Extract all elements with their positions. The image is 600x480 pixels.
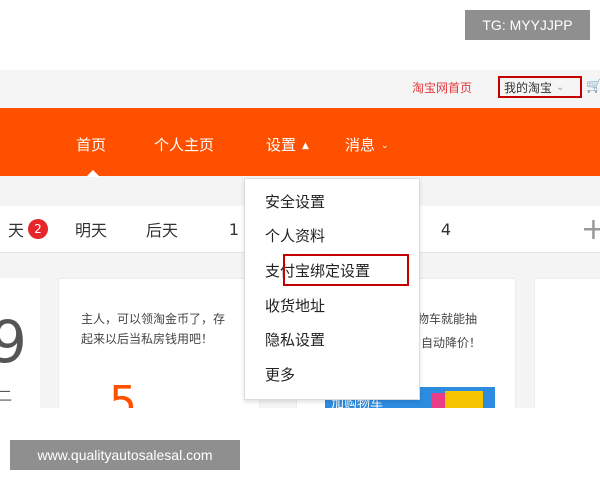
coin-card-line-2: 起来以后当私房钱用吧！: [81, 332, 214, 346]
my-taobao-label: 我的淘宝: [504, 80, 553, 95]
nav-messages-label: 消息: [345, 136, 376, 154]
menu-item-privacy[interactable]: 隐私设置: [265, 329, 325, 350]
cart-icon[interactable]: 🛒: [586, 79, 600, 94]
cart-promo-line-1: 物车就能抽: [417, 312, 478, 326]
coin-card: 主人，可以领淘金币了，存 起来以后当私房钱用吧！ 5: [58, 278, 260, 408]
left-card: 9 二: [0, 278, 40, 408]
watermark-url: www.qualityautosalesal.com: [10, 440, 240, 470]
tab-day-4-label: 4: [440, 219, 452, 239]
plus-icon[interactable]: +: [581, 212, 600, 247]
nav-home-label: 首页: [76, 136, 107, 154]
left-big-number: 9: [0, 308, 27, 376]
coin-card-big-number: 5: [109, 377, 137, 408]
highlight-alipay-binding: [283, 254, 409, 286]
far-right-card: [534, 278, 600, 408]
left-small-text: 二: [0, 389, 12, 405]
promo-pink-block: [431, 393, 445, 408]
menu-item-profile[interactable]: 个人资料: [265, 225, 325, 246]
nav-active-pointer: [86, 170, 100, 177]
menu-item-security[interactable]: 安全设置: [265, 191, 325, 212]
promo-yellow-block: [445, 391, 483, 408]
watermark-telegram: TG: MYYJJPP: [465, 10, 590, 40]
menu-item-shipping-address[interactable]: 收货地址: [265, 295, 325, 316]
main-nav: 首页 个人主页 设置 ▲ 消息 ⌄: [0, 108, 600, 176]
tab-day-1-label: 1: [228, 219, 240, 239]
caret-up-icon: ▲: [302, 141, 309, 151]
nav-settings-label: 设置: [266, 136, 297, 154]
coin-card-line-1: 主人，可以领淘金币了，存: [81, 312, 226, 326]
cart-promo-line-2: 自动降价！: [421, 336, 482, 350]
top-bar: 淘宝网首页 我的淘宝 ⌄ 🛒: [0, 70, 600, 108]
nav-profile-label: 个人主页: [154, 136, 215, 154]
tab-today[interactable]: 天 2: [0, 206, 57, 252]
my-taobao-menu[interactable]: 我的淘宝 ⌄: [498, 76, 582, 98]
tab-today-label: 天: [7, 221, 24, 240]
tab-tomorrow[interactable]: 明天: [56, 206, 127, 252]
nav-settings[interactable]: 设置 ▲: [266, 134, 309, 155]
notification-badge: 2: [28, 219, 48, 239]
taobao-screenshot: 淘宝网首页 我的淘宝 ⌄ 🛒 首页 个人主页 设置 ▲ 消息 ⌄ 天 2 明天: [0, 70, 600, 408]
tab-day-4[interactable]: 4: [410, 206, 482, 252]
settings-dropdown: 安全设置 个人资料 支付宝绑定设置 收货地址 隐私设置 更多: [244, 178, 420, 400]
tab-day-after-label: 后天: [145, 221, 178, 240]
chevron-down-icon: ⌄: [556, 81, 565, 93]
nav-home[interactable]: 首页: [76, 134, 106, 155]
taobao-home-link[interactable]: 淘宝网首页: [412, 79, 472, 96]
menu-item-more[interactable]: 更多: [265, 364, 295, 385]
nav-profile[interactable]: 个人主页: [154, 134, 214, 155]
tab-day-after[interactable]: 后天: [126, 206, 199, 252]
tab-tomorrow-label: 明天: [74, 221, 107, 240]
nav-messages[interactable]: 消息 ⌄: [345, 134, 389, 155]
chevron-down-icon: ⌄: [381, 141, 389, 151]
